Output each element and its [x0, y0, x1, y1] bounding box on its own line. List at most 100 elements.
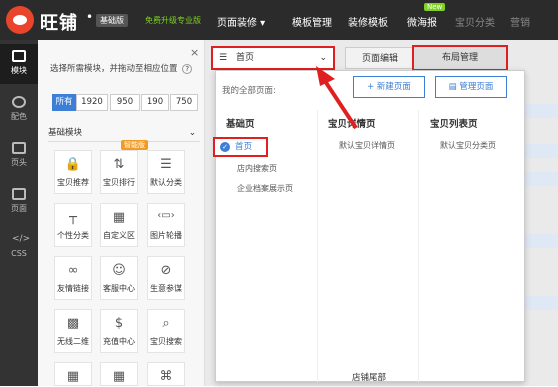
link-icon: ∞: [67, 263, 79, 278]
basic-modules-title: 基础模块: [48, 128, 83, 138]
width-tab-1920[interactable]: 1920: [76, 94, 108, 111]
logo[interactable]: [6, 6, 34, 34]
new-page-button[interactable]: + 新建页面: [353, 76, 425, 98]
page-icon: ▤: [448, 82, 457, 92]
carousel-icon: ‹▭›: [157, 210, 175, 221]
module-extra-1[interactable]: ▦: [54, 362, 92, 386]
sidebar-item-header[interactable]: 页头: [0, 136, 38, 176]
page-item-company-profile[interactable]: 企业档案展示页: [237, 183, 293, 194]
compass-icon: ⊘: [160, 263, 172, 278]
width-tab-all[interactable]: 所有: [52, 94, 76, 111]
module-custom-category[interactable]: ┬ 个性分类: [54, 203, 92, 247]
help-icon[interactable]: ?: [182, 64, 193, 74]
grid-icon: ▦: [66, 369, 80, 384]
nav-decoration-templates[interactable]: 装修模板: [348, 14, 388, 29]
sidebar-item-label: CSS: [11, 249, 27, 258]
width-tab-950[interactable]: 950: [110, 94, 140, 111]
module-carousel[interactable]: ‹▭› 图片轮播: [147, 203, 185, 247]
check-icon: ✓: [220, 142, 230, 152]
close-icon[interactable]: ×: [190, 46, 199, 59]
nav-micro-poster[interactable]: 微海报: [407, 14, 437, 29]
module-label: 宝贝推荐: [57, 178, 89, 187]
canvas-layout-stripe: [525, 296, 558, 310]
edition-badge: 基础版: [96, 14, 128, 27]
shop-footer-label: 店铺尾部: [352, 373, 387, 383]
manage-pages-button[interactable]: ▤ 管理页面: [435, 76, 507, 98]
panel-hint-text: 选择所需模块，并拖动至相应位置: [50, 64, 178, 74]
bag-icon: 🔒: [64, 157, 82, 172]
canvas-layout-stripe: [525, 104, 558, 118]
sidebar-item-css[interactable]: </> CSS: [0, 228, 38, 268]
module-recharge[interactable]: $ 充值中心: [100, 309, 138, 353]
module-label: 自定义区: [103, 231, 135, 240]
module-customer-service[interactable]: ☺ 客服中心: [100, 256, 138, 300]
nav-marketing[interactable]: 营销: [510, 14, 530, 29]
module-default-category[interactable]: ☰ 默认分类: [147, 150, 185, 194]
page-item-default-category[interactable]: 默认宝贝分类页: [440, 140, 496, 151]
column-title-detail: 宝贝详情页: [328, 119, 376, 130]
sidebar-item-label: 页头: [11, 158, 27, 167]
search-icon: ⌕: [162, 316, 170, 331]
page-select-value: 首页: [235, 53, 254, 63]
sidebar-item-label: 配色: [11, 112, 27, 121]
module-label: 宝贝搜索: [150, 337, 182, 346]
page-select[interactable]: ☰ 首页 ⌄: [211, 46, 335, 70]
module-label: 个性分类: [57, 231, 89, 240]
module-label: 宝贝排行: [103, 178, 135, 187]
nav-page-decoration[interactable]: 页面装修 ▾: [217, 14, 265, 29]
sidebar-item-modules[interactable]: 模块: [0, 44, 38, 84]
list-icon: ☰: [160, 157, 172, 172]
module-ranking[interactable]: ⇅ 宝贝排行: [100, 150, 138, 194]
top-bar: 旺铺 • 基础版 免费升级专业版 页面装修 ▾ 模板管理 装修模板 微海报 Ne…: [0, 0, 558, 40]
brand-name: 旺铺: [40, 13, 78, 34]
new-badge: New: [424, 3, 446, 11]
page-item-search[interactable]: 店内搜索页: [237, 163, 277, 174]
column-title-list: 宝贝列表页: [430, 119, 478, 130]
module-label: 友情链接: [57, 284, 89, 293]
left-sidebar: 模块 配色 页头 页面 </> CSS: [0, 40, 38, 386]
canvas-layout-stripe: [525, 172, 558, 186]
page-item-label: 首页: [235, 142, 253, 152]
nav-template-management[interactable]: 模板管理: [292, 14, 332, 29]
page-item-home[interactable]: ✓ 首页: [213, 137, 268, 157]
canvas-layout-stripe: [525, 234, 558, 248]
canvas-layout-stripe: [525, 144, 558, 158]
dollar-icon: $: [114, 316, 124, 331]
nav-item-categories[interactable]: 宝贝分类: [455, 14, 495, 29]
module-wireless-qr[interactable]: ▩ 无线二维: [54, 309, 92, 353]
module-label: 无线二维: [57, 337, 89, 346]
palette-icon: [12, 96, 26, 108]
grid-icon: [12, 50, 26, 62]
gamepad-icon: ⌘: [159, 369, 173, 384]
tree-icon: ┬: [69, 210, 77, 225]
module-extra-2[interactable]: ▦: [100, 362, 138, 386]
module-label: 生意参谋: [150, 284, 182, 293]
module-friend-links[interactable]: ∞ 友情链接: [54, 256, 92, 300]
sort-icon: ⇅: [113, 157, 125, 172]
page-edit-button[interactable]: 页面编辑: [345, 47, 415, 69]
layout-manage-button[interactable]: 布局管理: [412, 45, 508, 71]
module-extra-3[interactable]: ⌘: [147, 362, 185, 386]
all-pages-label: 我的全部页面:: [222, 86, 276, 96]
width-tab-190[interactable]: 190: [141, 94, 169, 111]
module-custom-area[interactable]: ▦ 自定义区: [100, 203, 138, 247]
sidebar-item-page[interactable]: 页面: [0, 182, 38, 222]
chevron-down-icon: ⌄: [319, 53, 327, 63]
chevron-down-icon[interactable]: ⌄: [189, 124, 196, 142]
module-recommend[interactable]: 🔒 宝贝推荐: [54, 150, 92, 194]
sidebar-item-colors[interactable]: 配色: [0, 90, 38, 130]
column-title-basic: 基础页: [226, 119, 255, 130]
panel-hint: 选择所需模块，并拖动至相应位置 ?: [50, 62, 193, 74]
upgrade-link[interactable]: 免费升级专业版: [145, 15, 201, 26]
module-label: 客服中心: [103, 284, 135, 293]
smart-edition-badge: 智能版: [121, 140, 148, 150]
page-icon: [12, 188, 26, 200]
module-business-advisor[interactable]: ⊘ 生意参谋: [147, 256, 185, 300]
page-item-default-detail[interactable]: 默认宝贝详情页: [339, 140, 395, 151]
width-tab-750[interactable]: 750: [170, 94, 198, 111]
sidebar-item-label: 页面: [11, 204, 27, 213]
manage-pages-label: 管理页面: [459, 82, 494, 92]
service-icon: ☺: [112, 263, 126, 278]
header-icon: [12, 142, 26, 154]
module-item-search[interactable]: ⌕ 宝贝搜索: [147, 309, 185, 353]
